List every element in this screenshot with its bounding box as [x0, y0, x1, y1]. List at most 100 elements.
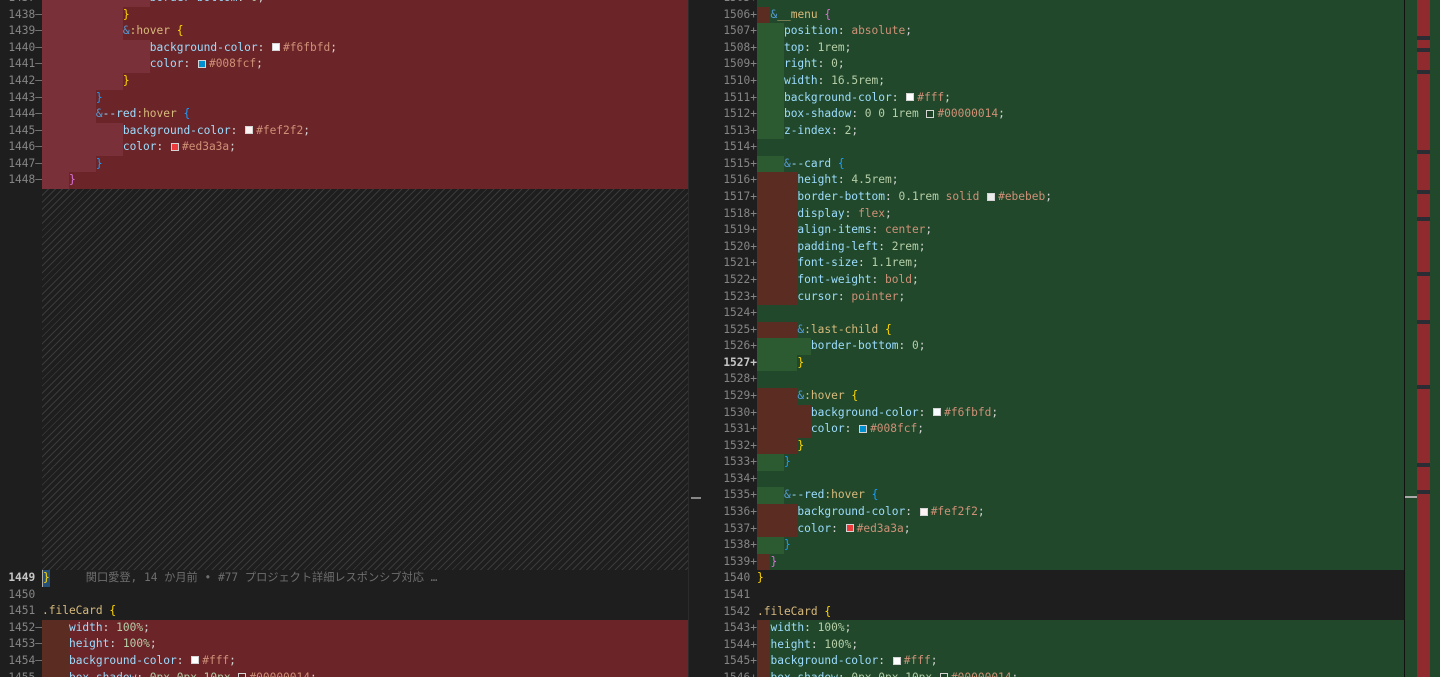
line-content[interactable]: } — [757, 437, 1404, 455]
line-content[interactable]: background-color: #f6fbfd; — [42, 39, 688, 57]
line-content[interactable]: background-color: #fef2f2; — [757, 504, 1404, 521]
code-line[interactable]: 1505+ — [702, 0, 1404, 7]
color-swatch-icon[interactable] — [245, 126, 254, 135]
color-swatch-icon[interactable] — [987, 192, 996, 201]
color-swatch-icon[interactable] — [906, 93, 915, 102]
original-editor-pane[interactable]: 1437— border-bottom: 0;1438— }1439— &:ho… — [0, 0, 688, 677]
code-line[interactable]: 1441— color: #008fcf; — [0, 56, 688, 73]
code-line[interactable]: 1514+ — [702, 139, 1404, 156]
code-line[interactable]: 1507+ position: absolute; — [702, 23, 1404, 40]
code-line[interactable]: 1508+ top: 1rem; — [702, 39, 1404, 57]
code-line[interactable]: 1524+ — [702, 305, 1404, 322]
line-content[interactable]: } — [757, 354, 1404, 372]
code-line[interactable]: 1516+ height: 4.5rem; — [702, 172, 1404, 190]
code-line[interactable]: 1538+ } — [702, 537, 1404, 554]
line-content[interactable]: box-shadow: 0 0 1rem #00000014; — [757, 106, 1404, 123]
color-swatch-icon[interactable] — [171, 142, 179, 151]
code-line[interactable]: 1511+ background-color: #fff; — [702, 89, 1404, 107]
code-line[interactable]: 1531+ color: #008fcf; — [702, 421, 1404, 438]
line-content[interactable]: height: 100%; — [757, 636, 1404, 654]
code-line[interactable]: 1451 .fileCard { — [0, 603, 688, 620]
code-line[interactable]: 1519+ align-items: center; — [702, 222, 1404, 239]
line-content[interactable]: } — [42, 155, 688, 173]
line-content[interactable]: color: #ed3a3a; — [757, 520, 1404, 538]
line-content[interactable]: } — [757, 570, 1404, 587]
code-line[interactable]: 1542 .fileCard { — [702, 604, 1404, 621]
code-line[interactable]: 1450 — [0, 587, 688, 604]
original-editor-scrollbar[interactable] — [688, 0, 702, 677]
line-content[interactable]: &:hover { — [757, 387, 1404, 405]
code-line[interactable]: 1537+ color: #ed3a3a; — [702, 520, 1404, 538]
code-line[interactable]: 1517+ border-bottom: 0.1rem solid #ebebe… — [702, 189, 1404, 206]
line-content[interactable]: height: 100%; — [42, 636, 688, 653]
code-line[interactable]: 1506+ &__menu { — [702, 6, 1404, 24]
line-content[interactable] — [757, 305, 1404, 322]
line-content[interactable]: } — [757, 454, 1404, 471]
code-line[interactable]: 1443— } — [0, 89, 688, 107]
code-line[interactable]: 1452— width: 100%; — [0, 619, 688, 637]
line-content[interactable]: } 関口愛登, 14 か月前 • #77 プロジェクト詳細レスポンシブ対応 … — [42, 570, 688, 587]
line-content[interactable]: &__menu { — [757, 6, 1404, 24]
line-content[interactable]: align-items: center; — [757, 222, 1404, 239]
code-line[interactable]: 1515+ &--card { — [702, 155, 1404, 173]
color-swatch-icon[interactable] — [272, 43, 281, 52]
code-line[interactable]: 1453— height: 100%; — [0, 636, 688, 653]
scrollbar-thumb[interactable] — [691, 497, 701, 499]
diff-overview-ruler[interactable] — [1404, 0, 1440, 677]
line-content[interactable] — [757, 587, 1404, 604]
color-swatch-icon[interactable] — [926, 109, 935, 118]
color-swatch-icon[interactable] — [859, 424, 868, 433]
code-line[interactable]: 1439— &:hover { — [0, 23, 688, 40]
line-content[interactable]: background-color: #fff; — [42, 652, 688, 670]
line-content[interactable]: font-size: 1.1rem; — [757, 255, 1404, 272]
line-content[interactable]: box-shadow: 0px 0px 10px #00000014; — [757, 669, 1404, 677]
line-content[interactable]: width: 16.5rem; — [757, 73, 1404, 90]
color-swatch-icon[interactable] — [191, 656, 200, 665]
code-line[interactable]: 1534+ — [702, 470, 1404, 488]
code-line[interactable]: 1523+ cursor: pointer; — [702, 288, 1404, 306]
code-line[interactable]: 1513+ z-index: 2; — [702, 122, 1404, 140]
line-content[interactable]: position: absolute; — [757, 23, 1404, 40]
line-content[interactable] — [757, 139, 1404, 156]
code-line[interactable]: 1544+ height: 100%; — [702, 636, 1404, 654]
git-blame-annotation[interactable]: 関口愛登, 14 か月前 • #77 プロジェクト詳細レスポンシブ対応 … — [86, 571, 438, 584]
code-line[interactable]: 1546+ box-shadow: 0px 0px 10px #00000014… — [702, 669, 1404, 677]
code-line[interactable]: 1533+ } — [702, 454, 1404, 471]
line-content[interactable]: .fileCard { — [757, 604, 1404, 621]
color-swatch-icon[interactable] — [892, 656, 901, 665]
code-line[interactable]: 1447— } — [0, 155, 688, 173]
line-content[interactable]: border-bottom: 0.1rem solid #ebebeb; — [757, 189, 1404, 206]
code-line[interactable]: 1445— background-color: #fef2f2; — [0, 122, 688, 140]
code-line[interactable]: 1543+ width: 100%; — [702, 620, 1404, 637]
code-line[interactable]: 1522+ font-weight: bold; — [702, 271, 1404, 289]
line-content[interactable]: background-color: #fef2f2; — [42, 122, 688, 140]
code-line[interactable]: 1530+ background-color: #f6fbfd; — [702, 404, 1404, 422]
line-content[interactable]: color: #ed3a3a; — [42, 139, 688, 156]
code-line[interactable]: 1518+ display: flex; — [702, 205, 1404, 223]
code-line[interactable]: 1539+ } — [702, 553, 1404, 571]
code-line[interactable]: 1545+ background-color: #fff; — [702, 653, 1404, 670]
line-content[interactable]: .fileCard { — [42, 603, 688, 620]
line-content[interactable]: &--red:hover { — [757, 487, 1404, 505]
line-content[interactable]: cursor: pointer; — [757, 288, 1404, 306]
line-content[interactable]: font-weight: bold; — [757, 271, 1404, 289]
overview-viewport-marker[interactable] — [1405, 496, 1417, 498]
line-content[interactable]: width: 100%; — [757, 620, 1404, 637]
code-line[interactable]: 1442— } — [0, 73, 688, 90]
code-line[interactable]: 1526+ border-bottom: 0; — [702, 338, 1404, 355]
line-content[interactable]: top: 1rem; — [757, 39, 1404, 57]
code-line[interactable]: 1541 — [702, 587, 1404, 604]
line-content[interactable]: &:last-child { — [757, 321, 1404, 339]
code-line[interactable]: 1449 } 関口愛登, 14 か月前 • #77 プロジェクト詳細レスポンシブ対… — [0, 570, 688, 587]
line-content[interactable] — [757, 470, 1404, 488]
code-line[interactable]: 1528+ — [702, 371, 1404, 388]
line-content[interactable]: } — [757, 537, 1404, 554]
code-line[interactable]: 1440— background-color: #f6fbfd; — [0, 39, 688, 57]
code-line[interactable]: 1532+ } — [702, 437, 1404, 455]
code-line[interactable]: 1510+ width: 16.5rem; — [702, 73, 1404, 90]
line-content[interactable]: &:hover { — [42, 23, 688, 40]
code-line[interactable]: 1512+ box-shadow: 0 0 1rem #00000014; — [702, 106, 1404, 123]
line-content[interactable]: } — [42, 73, 688, 90]
line-content[interactable]: display: flex; — [757, 205, 1404, 223]
code-line[interactable]: 1525+ &:last-child { — [702, 321, 1404, 339]
